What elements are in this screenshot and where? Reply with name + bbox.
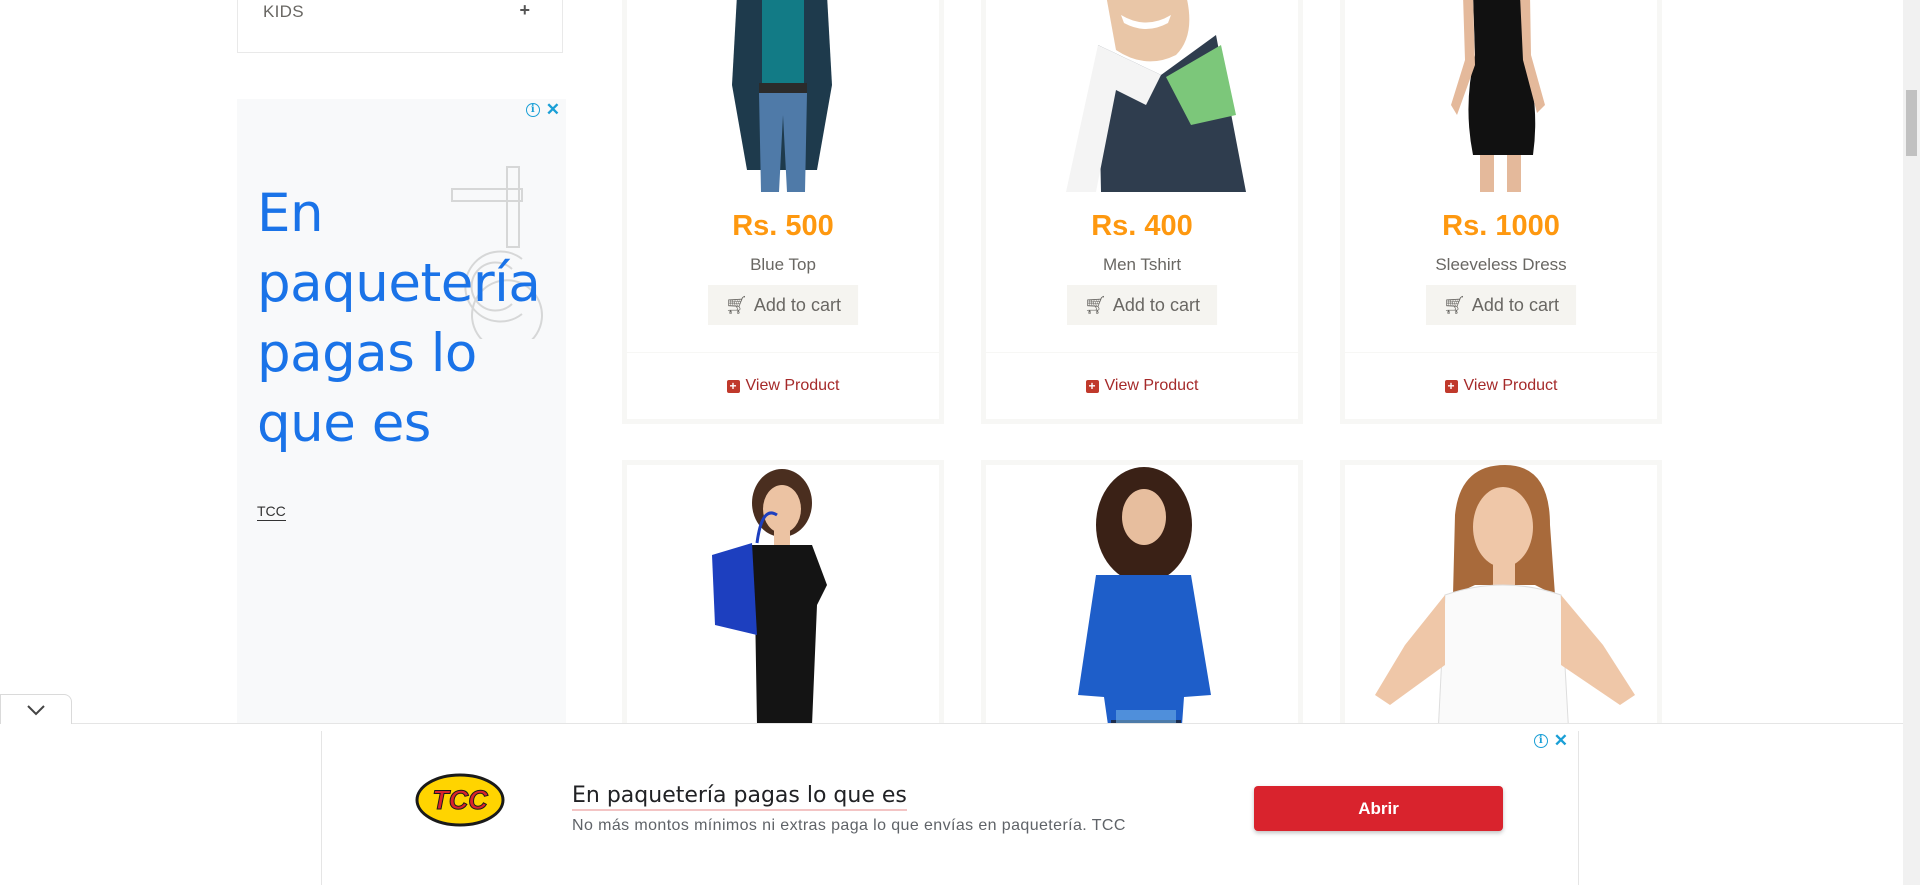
tcc-logo[interactable]: TCC [415, 773, 505, 827]
add-to-cart-button[interactable]: 🛒︎ Add to cart [1426, 285, 1576, 325]
bottom-ad-description: No más montos mínimos ni extras paga lo … [572, 817, 1126, 834]
add-to-cart-label: Add to cart [1471, 295, 1559, 315]
ad-close-icon[interactable]: ✕ [546, 101, 560, 118]
product-image [627, 465, 939, 755]
product-image [1345, 0, 1657, 192]
product-card [1340, 460, 1662, 760]
chevron-down-icon [27, 705, 45, 716]
ad-headline[interactable]: En paquetería pagas lo que es [257, 179, 557, 459]
product-card: Rs. 400 Men Tshirt 🛒︎ Add to cart + View… [981, 0, 1303, 424]
plus-square-icon: + [1444, 379, 1458, 393]
plus-square-icon: + [1085, 379, 1099, 393]
view-product-link[interactable]: + View Product [986, 377, 1298, 395]
product-price: Rs. 400 [1091, 210, 1193, 242]
product-image [986, 0, 1298, 192]
add-to-cart-label: Add to cart [753, 295, 841, 315]
product-card [622, 460, 944, 760]
ad-brand-link[interactable]: TCC [257, 503, 286, 521]
product-card: Rs. 500 Blue Top 🛒︎ Add to cart + View P… [622, 0, 944, 424]
ad-info-icon[interactable]: i [1533, 734, 1548, 748]
product-image [627, 0, 939, 192]
product-name: Men Tshirt [1102, 255, 1182, 274]
bottom-ad[interactable]: i ✕ TCC En paquetería pagas lo que es No… [321, 731, 1579, 885]
product-name: Blue Top [750, 255, 816, 274]
ad-info-icon[interactable]: i [525, 103, 540, 117]
bottom-ad-headline[interactable]: En paquetería pagas lo que es [572, 783, 907, 811]
view-product-link[interactable]: + View Product [1345, 377, 1657, 395]
category-label: KIDS [263, 2, 304, 21]
card-divider [986, 352, 1298, 353]
tcc-logo-text: TCC [432, 785, 488, 815]
product-image [1345, 465, 1657, 755]
product-card [981, 460, 1303, 760]
view-product-label: View Product [1104, 377, 1199, 394]
add-to-cart-label: Add to cart [1112, 295, 1200, 315]
card-divider [627, 352, 939, 353]
product-card: Rs. 1000 Sleeveless Dress 🛒︎ Add to cart… [1340, 0, 1662, 424]
shopping-cart-icon: 🛒︎ [725, 295, 748, 315]
product-price: Rs. 1000 [1442, 210, 1560, 242]
product-image [986, 465, 1298, 755]
plus-icon[interactable]: + [519, 0, 530, 21]
view-product-link[interactable]: + View Product [627, 377, 939, 395]
abrir-button[interactable]: Abrir [1254, 786, 1503, 831]
shopping-cart-icon: 🛒︎ [1443, 295, 1466, 315]
scrollbar[interactable] [1903, 0, 1920, 885]
ad-close-icon[interactable]: ✕ [1554, 732, 1568, 749]
view-product-label: View Product [1463, 377, 1558, 394]
collapse-ad-button[interactable] [0, 694, 72, 724]
add-to-cart-button[interactable]: 🛒︎ Add to cart [708, 285, 858, 325]
add-to-cart-button[interactable]: 🛒︎ Add to cart [1067, 285, 1217, 325]
plus-square-icon: + [726, 379, 740, 393]
product-price: Rs. 500 [732, 210, 834, 242]
card-divider [1345, 352, 1657, 353]
category-kids[interactable]: KIDS + [237, 0, 563, 53]
sidebar-ad[interactable]: i ✕ En paquetería pagas lo que es TCC [237, 99, 566, 724]
scrollbar-thumb[interactable] [1906, 90, 1917, 156]
product-name: Sleeveless Dress [1435, 255, 1567, 274]
shopping-cart-icon: 🛒︎ [1084, 295, 1107, 315]
view-product-label: View Product [745, 377, 840, 394]
